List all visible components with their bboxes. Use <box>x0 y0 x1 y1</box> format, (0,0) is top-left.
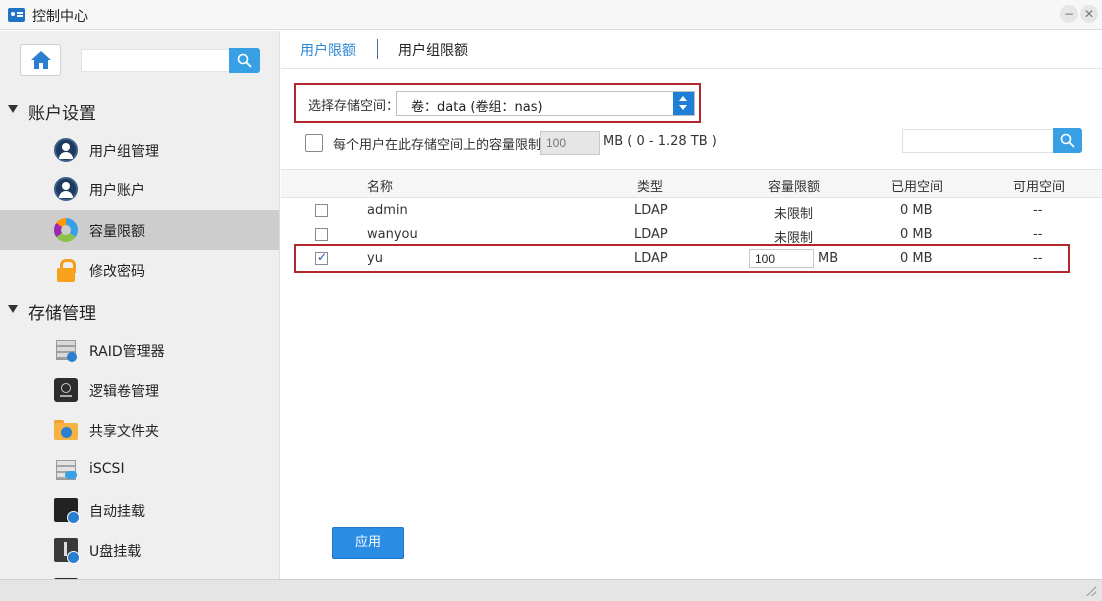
column-available[interactable]: 可用空间 <box>1013 176 1065 195</box>
sidebar-item-user-group[interactable]: 用户组管理 <box>0 130 279 170</box>
section-storage-management[interactable]: 存储管理 <box>0 294 279 326</box>
home-button[interactable] <box>20 44 61 76</box>
sidebar: 账户设置 用户组管理 用户账户 容量限额 修改密码 存储管理 RAID管理器 逻… <box>0 31 280 579</box>
sidebar-item-lvm[interactable]: 逻辑卷管理 <box>0 370 279 410</box>
section-account-settings[interactable]: 账户设置 <box>0 94 279 126</box>
row-checkbox[interactable] <box>315 204 328 217</box>
sidebar-item-quota[interactable]: 容量限额 <box>0 210 279 250</box>
storage-selector-group: 选择存储空间： 卷：data (卷组：nas) <box>294 83 701 123</box>
search-icon <box>237 53 252 68</box>
usb-icon <box>54 538 80 564</box>
search-icon <box>1060 133 1075 148</box>
user-search-button[interactable] <box>1053 128 1082 153</box>
lock-icon <box>54 258 78 282</box>
status-bar <box>0 579 1102 601</box>
sidebar-search-button[interactable] <box>229 48 260 73</box>
main-panel: 用户限额 用户组限额 选择存储空间： 卷：data (卷组：nas) 每个用户在… <box>281 31 1102 579</box>
caret-down-icon <box>8 105 18 113</box>
limit-all-checkbox[interactable] <box>305 134 323 152</box>
sidebar-item-shared-folder[interactable]: 共享文件夹 <box>0 410 279 450</box>
tab-bar: 用户限额 用户组限额 <box>281 31 1102 69</box>
sidebar-item-partial[interactable] <box>0 570 279 579</box>
tab-group-quota[interactable]: 用户组限额 <box>398 40 468 60</box>
limit-value-input[interactable] <box>540 131 600 155</box>
table-row[interactable]: admin LDAP 未限制 0 MB -- <box>281 199 1102 223</box>
title-bar: 控制中心 − ✕ <box>0 0 1102 30</box>
sidebar-item-auto-mount[interactable]: 自动挂载 <box>0 490 279 530</box>
limit-description: 每个用户在此存储空间上的容量限制为 <box>333 138 555 153</box>
column-used[interactable]: 已用空间 <box>891 176 943 195</box>
sidebar-item-iscsi[interactable]: iSCSI <box>0 450 279 490</box>
resize-grip-icon[interactable] <box>1086 586 1096 596</box>
sidebar-item-user-account[interactable]: 用户账户 <box>0 169 279 209</box>
sidebar-item-raid[interactable]: RAID管理器 <box>0 330 279 370</box>
storage-label: 选择存储空间： <box>308 99 400 114</box>
shared-folder-icon <box>54 418 78 442</box>
home-icon <box>31 51 51 69</box>
table-row-selected[interactable]: yu LDAP MB 0 MB -- <box>281 247 1102 271</box>
sidebar-item-usb-mount[interactable]: U盘挂载 <box>0 530 279 570</box>
row-checkbox-checked[interactable] <box>315 250 328 265</box>
sidebar-search-input[interactable] <box>81 49 229 72</box>
storage-select[interactable]: 卷：data (卷组：nas) <box>396 91 695 116</box>
raid-icon <box>54 338 78 362</box>
auto-mount-icon <box>54 498 80 524</box>
pie-chart-icon <box>54 218 78 242</box>
user-account-icon <box>54 177 78 201</box>
minimize-button[interactable]: − <box>1060 5 1078 23</box>
column-quota[interactable]: 容量限额 <box>768 176 820 195</box>
column-name[interactable]: 名称 <box>367 176 393 195</box>
control-center-icon <box>8 8 25 22</box>
lvm-icon <box>54 378 78 402</box>
row-checkbox[interactable] <box>315 228 328 241</box>
quota-value-input[interactable] <box>749 249 814 268</box>
sidebar-item-change-password[interactable]: 修改密码 <box>0 250 279 290</box>
column-type[interactable]: 类型 <box>637 176 663 195</box>
user-group-icon <box>54 138 78 162</box>
tab-divider <box>377 39 378 59</box>
quota-unit: MB <box>818 251 839 266</box>
apply-button[interactable]: 应用 <box>332 527 404 559</box>
close-button[interactable]: ✕ <box>1080 5 1098 23</box>
table-header: 名称 类型 容量限额 已用空间 可用空间 <box>281 169 1102 198</box>
storage-select-value: 卷：data (卷组：nas) <box>411 100 543 115</box>
select-spinner-icon[interactable] <box>673 92 694 115</box>
window-title: 控制中心 <box>32 9 88 25</box>
tab-user-quota[interactable]: 用户限额 <box>300 40 356 60</box>
user-search-input[interactable] <box>902 129 1053 153</box>
limit-unit: MB ( 0 - 1.28 TB ) <box>603 134 717 149</box>
iscsi-icon <box>54 458 78 482</box>
caret-down-icon <box>8 305 18 313</box>
